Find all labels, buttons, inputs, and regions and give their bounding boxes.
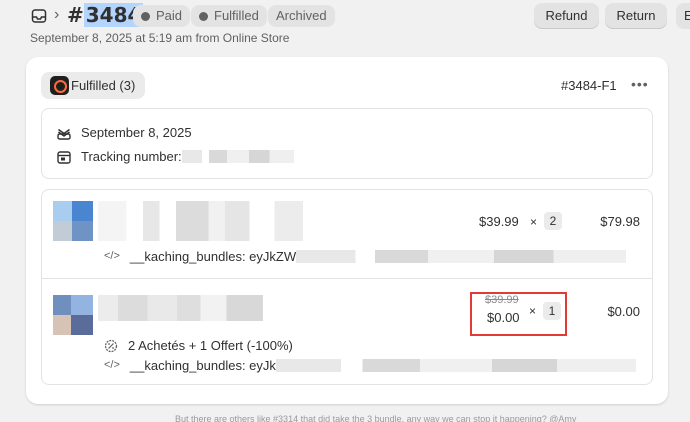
product-title-redacted[interactable] bbox=[98, 295, 263, 321]
fulfillment-card: Fulfilled (3) #3484-F1 ••• September 8, … bbox=[26, 57, 668, 404]
product-title-redacted[interactable] bbox=[98, 201, 303, 241]
fulfillment-status-label: Fulfilled (3) bbox=[71, 78, 136, 93]
tracking-number-redacted bbox=[181, 150, 294, 163]
line-total: $79.98 bbox=[600, 214, 640, 229]
discount-icon bbox=[104, 339, 118, 352]
refund-button[interactable]: Refund bbox=[534, 3, 599, 29]
tracking-row: Tracking number: bbox=[57, 149, 294, 164]
discount-row: 2 Achetés + 1 Offert (-100%) bbox=[104, 338, 293, 353]
fulfillment-id: #3484-F1 bbox=[561, 78, 617, 93]
badge-paid-label: Paid bbox=[156, 8, 183, 23]
times-sign: × bbox=[530, 215, 538, 229]
tracking-label: Tracking number: bbox=[81, 149, 182, 164]
tracking-icon bbox=[57, 150, 71, 164]
inbox-icon[interactable] bbox=[31, 8, 47, 24]
forum-footer-text: But there are others like #3314 that did… bbox=[175, 414, 577, 422]
line-property-row: </> __kaching_bundles: eyJkZW bbox=[104, 249, 627, 264]
code-icon: </> bbox=[104, 249, 120, 262]
badge-fulfilled-label: Fulfilled bbox=[214, 8, 259, 23]
fulfilled-app-icon bbox=[50, 76, 69, 95]
product-thumbnail[interactable] bbox=[53, 295, 93, 335]
delivery-icon bbox=[57, 128, 71, 140]
paid-dot-icon bbox=[141, 11, 150, 21]
return-button[interactable]: Return bbox=[605, 3, 667, 29]
property-value-redacted bbox=[275, 359, 636, 372]
badge-paid: Paid bbox=[133, 5, 191, 27]
discount-label: 2 Achetés + 1 Offert (-100%) bbox=[128, 338, 293, 353]
fulfillment-status: Fulfilled (3) bbox=[41, 72, 146, 99]
line-items-box: $39.99 × 2 $79.98 </> __kaching_bundles:… bbox=[41, 189, 653, 385]
fulfilled-dot-icon bbox=[199, 11, 208, 21]
product-thumbnail[interactable] bbox=[53, 201, 93, 241]
edit-button[interactable]: E bbox=[676, 3, 690, 29]
line-property: __kaching_bundles: eyJk bbox=[129, 358, 276, 373]
delivery-date-row: September 8, 2025 bbox=[57, 125, 192, 140]
order-header: › #3484 Paid Fulfilled Archived Septembe… bbox=[0, 0, 690, 56]
chevron-right-icon: › bbox=[54, 6, 60, 23]
badge-archived: Archived bbox=[268, 5, 335, 27]
code-icon: </> bbox=[104, 358, 120, 371]
property-value-redacted bbox=[296, 250, 627, 263]
line-property-row: </> __kaching_bundles: eyJk bbox=[104, 358, 636, 373]
quantity: 2 bbox=[544, 212, 562, 230]
badge-fulfilled: Fulfilled bbox=[191, 5, 267, 27]
divider bbox=[42, 278, 652, 279]
tracking-box: September 8, 2025 Tracking number: bbox=[41, 108, 653, 179]
more-actions-button[interactable]: ••• bbox=[631, 76, 649, 92]
order-number: #3484 bbox=[67, 3, 144, 27]
line-total: $0.00 bbox=[607, 304, 640, 319]
badge-archived-label: Archived bbox=[276, 8, 327, 23]
annotation-box bbox=[470, 292, 567, 336]
order-subtitle: September 8, 2025 at 5:19 am from Online… bbox=[30, 31, 290, 45]
unit-price: $39.99 bbox=[479, 214, 519, 229]
delivery-date: September 8, 2025 bbox=[81, 125, 192, 140]
line-property: __kaching_bundles: eyJkZW bbox=[129, 249, 297, 264]
